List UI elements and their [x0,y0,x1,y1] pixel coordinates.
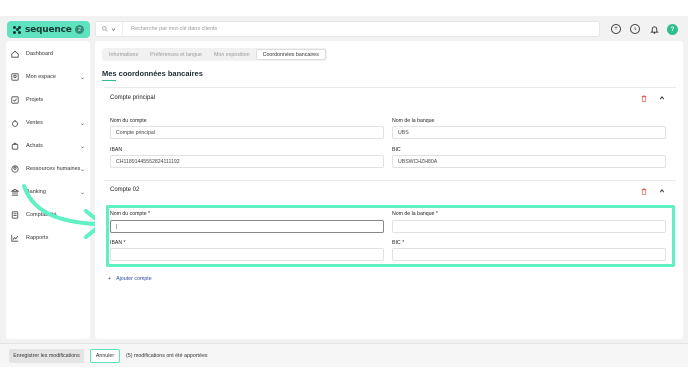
sidebar-item-ventes[interactable]: Ventes ⌄ [6,116,90,130]
sidebar-item-mon-espace[interactable]: Mon espace ⌄ [6,70,90,84]
account-name-field[interactable]: Compte principal [110,126,384,139]
footer-bar: Enregistrer les modifications Annuler (5… [0,343,688,367]
people-icon [11,165,19,173]
brand-name: sequence [25,24,72,35]
sidebar-item-dashboard[interactable]: Dashboard [6,47,90,61]
account-name-label: Nom du compte [110,118,147,124]
tab-exposition[interactable]: Mon exposition [208,49,256,60]
brand-logo[interactable]: sequence 2 [7,21,90,38]
trash-icon[interactable] [641,188,647,195]
chevron-down-icon: ⌄ [79,166,85,173]
iban-field[interactable]: CH11891445552824111192 [110,155,384,168]
tab-bar: Informations Préférences et langue Mon e… [102,48,327,61]
sidebar-item-achats[interactable]: Achats ⌄ [6,139,90,153]
title-underline [102,80,116,81]
iban-label: IBAN [110,147,123,153]
bank-name-field[interactable]: UBS [392,126,666,139]
account-1-title: Compte principal [110,95,156,101]
sidebar-item-label: Ressources humaines [26,166,81,172]
chevron-down-icon [111,27,116,31]
chevron-up-icon[interactable] [659,188,665,194]
annotation-highlight-box [106,205,675,267]
add-icon[interactable]: + [611,24,621,34]
tab-preferences[interactable]: Préférences et langue [144,49,208,60]
add-account-link[interactable]: + Ajouter compte [108,276,152,282]
plus-icon: + [108,276,112,282]
top-strip [0,0,688,16]
trash-icon[interactable] [641,95,647,102]
tab-coordonnees-bancaires[interactable]: Coordonnées bancaires [255,49,326,60]
section-divider [104,87,676,88]
home-icon [11,50,19,58]
brand-badge: 2 [75,25,84,34]
chevron-down-icon: ⌄ [79,74,85,81]
sidebar-item-label: Achats [26,143,43,149]
changes-status-text: (5) modifications ont été apportées [126,353,208,359]
save-button[interactable]: Enregistrer les modifications [9,349,84,363]
user-square-icon [11,73,19,81]
add-account-label: Ajouter compte [116,276,152,282]
money-bag-icon [11,119,19,127]
clock-icon[interactable] [630,24,640,34]
sidebar-item-label: Ventes [26,120,43,126]
chevron-down-icon: ⌄ [79,143,85,150]
bank-name-label: Nom de la banque [392,118,435,124]
user-avatar[interactable]: ? [667,24,678,35]
bottom-strip [0,367,688,387]
sidebar-item-ressources-humaines[interactable]: Ressources humaines ⌄ [6,162,90,176]
sidebar-item-label: Dashboard [26,51,53,57]
sequence-logo-icon [13,25,21,34]
checkbox-icon [11,96,19,104]
tab-informations[interactable]: Informations [103,49,144,60]
section-divider [104,180,676,181]
bic-field[interactable]: UBSWCHZH80A [392,155,666,168]
search-input[interactable]: Recherche par mot-clé dans clients [123,26,217,32]
page-title: Mes coordonnées bancaires [102,69,203,78]
sidebar-item-projets[interactable]: Projets [6,93,90,107]
bell-icon[interactable] [649,24,659,34]
search-icon [102,26,108,32]
chevron-down-icon: ⌄ [79,120,85,127]
shopping-bag-icon [11,142,19,150]
sidebar-item-label: Projets [26,97,44,103]
bic-label: BIC [392,147,401,153]
sidebar-item-label: Mon espace [26,74,56,80]
account-2-title: Compte 02 [110,187,140,193]
search-scope-dropdown[interactable] [96,22,123,36]
chevron-up-icon[interactable] [659,95,665,101]
cancel-button[interactable]: Annuler [90,349,120,363]
search-bar[interactable]: Recherche par mot-clé dans clients [95,21,600,37]
main-panel: Informations Préférences et langue Mon e… [95,41,683,339]
